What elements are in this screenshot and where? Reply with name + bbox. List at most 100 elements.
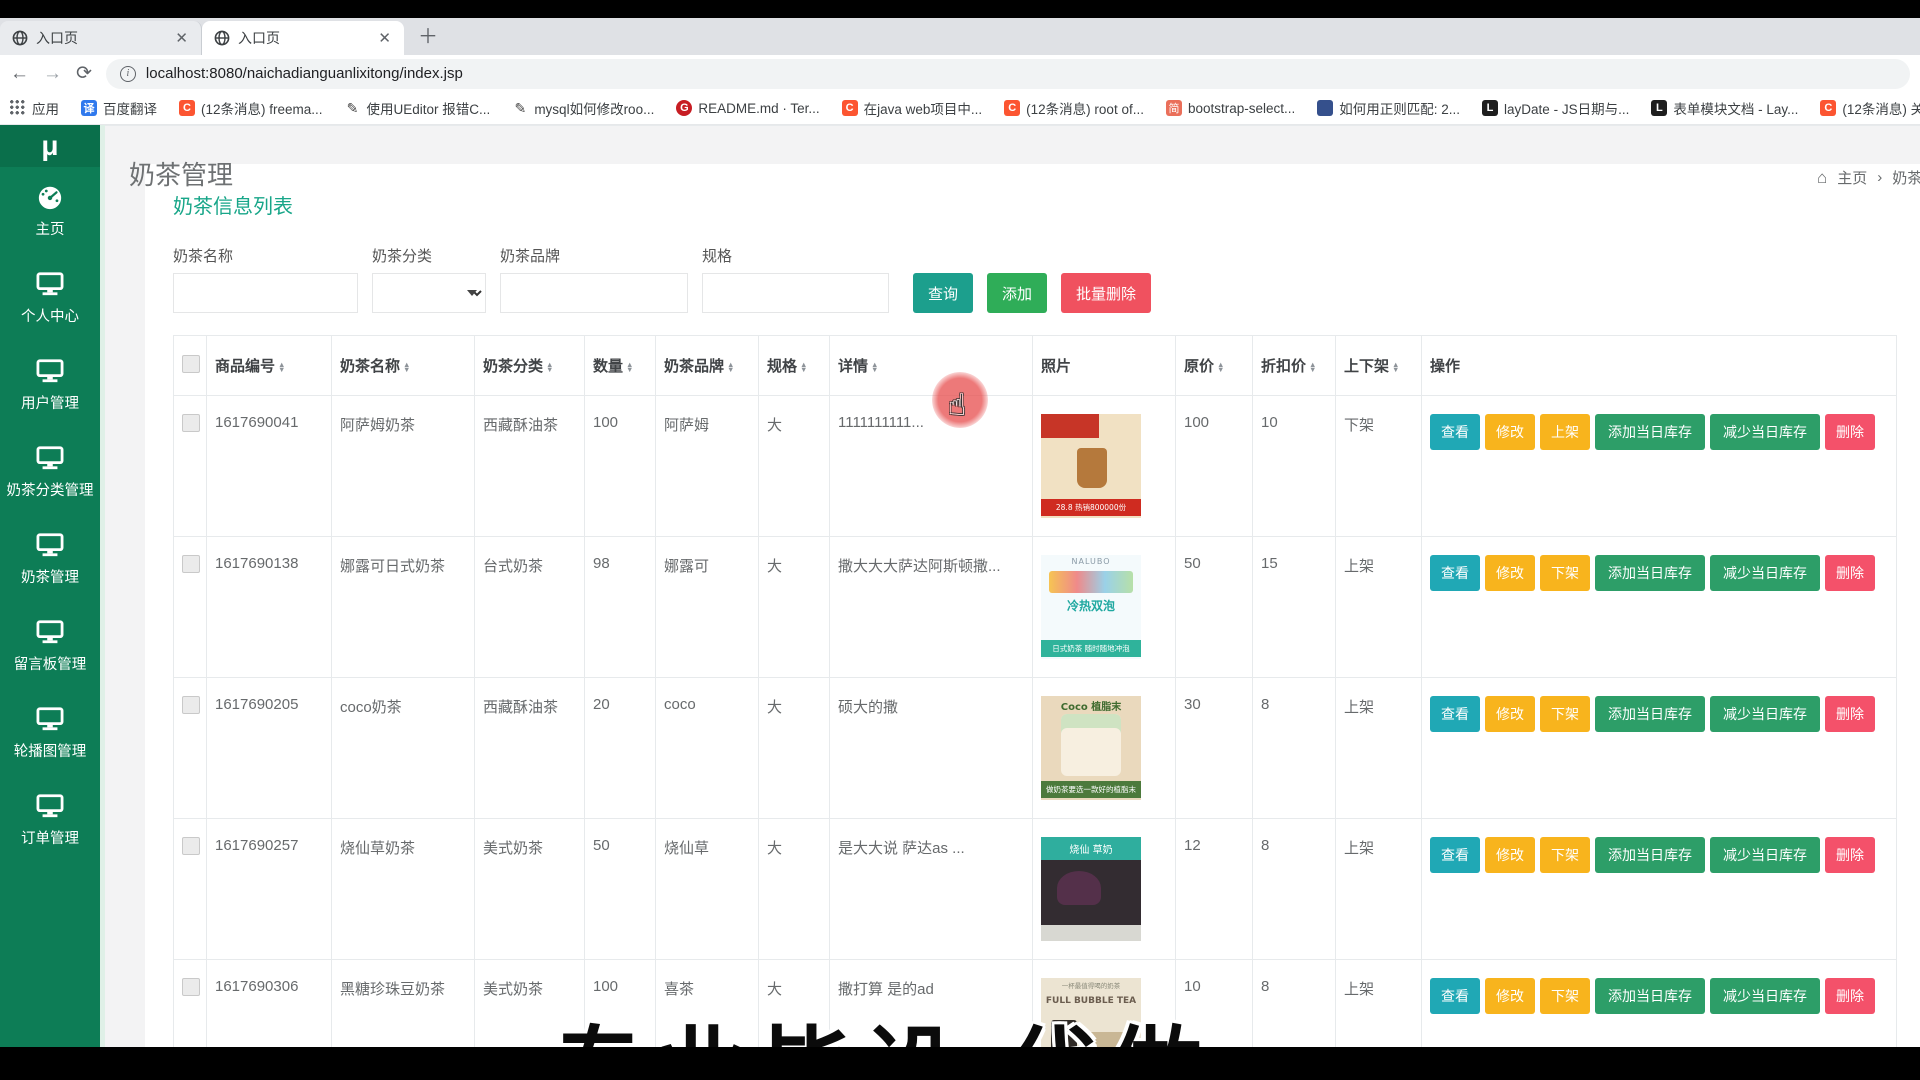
row-checkbox[interactable] bbox=[182, 837, 200, 855]
sort-icon[interactable]: ▲▼ bbox=[1217, 362, 1224, 373]
toggle-shelf-button[interactable]: 下架 bbox=[1540, 978, 1590, 1014]
row-checkbox[interactable] bbox=[182, 555, 200, 573]
product-photo[interactable]: 烧仙 草奶 bbox=[1041, 837, 1141, 941]
delete-button[interactable]: 删除 bbox=[1825, 978, 1875, 1014]
refresh-icon[interactable]: ⟳ bbox=[76, 64, 92, 83]
address-bar[interactable]: i localhost:8080/naichadianguanlixitong/… bbox=[106, 59, 1910, 89]
tea-name-input[interactable] bbox=[173, 273, 358, 313]
breadcrumb-home[interactable]: 主页 bbox=[1837, 167, 1867, 188]
view-button[interactable]: 查看 bbox=[1430, 555, 1480, 591]
edit-button[interactable]: 修改 bbox=[1485, 555, 1535, 591]
row-checkbox[interactable] bbox=[182, 696, 200, 714]
bookmark-item[interactable]: C(12条消息) freema... bbox=[179, 98, 323, 118]
col-status[interactable]: 上下架▲▼ bbox=[1336, 336, 1422, 396]
bookmark-item[interactable]: ✎mysql如何修改roo... bbox=[512, 98, 654, 118]
bookmark-item[interactable]: C(12条消息) root of... bbox=[1004, 98, 1144, 118]
add-stock-button[interactable]: 添加当日库存 bbox=[1595, 837, 1705, 873]
sidebar-item-tea-category-mgmt[interactable]: 奶茶分类管理 bbox=[0, 428, 100, 515]
browser-tab-1[interactable]: 入口页 ✕ bbox=[0, 21, 202, 55]
view-button[interactable]: 查看 bbox=[1430, 978, 1480, 1014]
product-photo[interactable]: 28.8 热销800000份 bbox=[1041, 414, 1141, 518]
delete-button[interactable]: 删除 bbox=[1825, 696, 1875, 732]
sidebar-item-user-mgmt[interactable]: 用户管理 bbox=[0, 341, 100, 428]
add-button[interactable]: 添加 bbox=[987, 273, 1047, 313]
delete-button[interactable]: 删除 bbox=[1825, 414, 1875, 450]
toggle-shelf-button[interactable]: 下架 bbox=[1540, 837, 1590, 873]
edit-button[interactable]: 修改 bbox=[1485, 414, 1535, 450]
col-brand[interactable]: 奶茶品牌▲▼ bbox=[656, 336, 759, 396]
product-photo[interactable]: Coco 植脂末 做奶茶要选一款好的植脂末 bbox=[1041, 696, 1141, 800]
reduce-stock-button[interactable]: 减少当日库存 bbox=[1710, 837, 1820, 873]
sort-icon[interactable]: ▲▼ bbox=[403, 362, 410, 373]
sidebar-item-personal-center[interactable]: 个人中心 bbox=[0, 254, 100, 341]
bookmark-item[interactable]: C在java web项目中... bbox=[842, 98, 983, 118]
bookmark-item[interactable]: ✎使用UEditor 报错C... bbox=[345, 98, 491, 118]
bookmark-item[interactable]: GREADME.md · Ter... bbox=[676, 100, 819, 116]
spec-input[interactable] bbox=[702, 273, 889, 313]
row-checkbox[interactable] bbox=[182, 978, 200, 996]
bookmark-item[interactable]: L表单模块文档 - Lay... bbox=[1651, 98, 1798, 118]
col-spec[interactable]: 规格▲▼ bbox=[759, 336, 830, 396]
site-info-icon[interactable]: i bbox=[120, 66, 136, 82]
new-tab-button[interactable]: ＋ bbox=[404, 20, 452, 55]
sort-icon[interactable]: ▲▼ bbox=[871, 362, 878, 373]
toggle-shelf-button[interactable]: 上架 bbox=[1540, 414, 1590, 450]
sidebar-item-carousel-mgmt[interactable]: 轮播图管理 bbox=[0, 689, 100, 776]
edit-button[interactable]: 修改 bbox=[1485, 696, 1535, 732]
url-text[interactable]: localhost:8080/naichadianguanlixitong/in… bbox=[146, 65, 463, 82]
sort-icon[interactable]: ▲▼ bbox=[800, 362, 807, 373]
tea-brand-input[interactable] bbox=[500, 273, 688, 313]
sort-icon[interactable]: ▲▼ bbox=[626, 362, 633, 373]
sort-icon[interactable]: ▲▼ bbox=[727, 362, 734, 373]
view-button[interactable]: 查看 bbox=[1430, 696, 1480, 732]
sort-icon[interactable]: ▲▼ bbox=[1392, 362, 1399, 373]
tab-close-icon[interactable]: ✕ bbox=[172, 29, 191, 47]
add-stock-button[interactable]: 添加当日库存 bbox=[1595, 555, 1705, 591]
bookmark-item[interactable]: 如何用正则匹配: 2... bbox=[1317, 98, 1460, 118]
bookmark-item[interactable]: LlayDate - JS日期与... bbox=[1482, 98, 1629, 118]
bookmark-item[interactable]: C(12条消息) 关 bbox=[1820, 98, 1920, 118]
col-price[interactable]: 原价▲▼ bbox=[1176, 336, 1253, 396]
batch-delete-button[interactable]: 批量删除 bbox=[1061, 273, 1151, 313]
sort-icon[interactable]: ▲▼ bbox=[278, 362, 285, 373]
col-detail[interactable]: 详情▲▼ bbox=[830, 336, 1033, 396]
sort-icon[interactable]: ▲▼ bbox=[1309, 362, 1316, 373]
sidebar-item-order-mgmt[interactable]: 订单管理 bbox=[0, 776, 100, 863]
add-stock-button[interactable]: 添加当日库存 bbox=[1595, 696, 1705, 732]
toggle-shelf-button[interactable]: 下架 bbox=[1540, 555, 1590, 591]
forward-icon[interactable]: → bbox=[43, 64, 62, 83]
sort-icon[interactable]: ▲▼ bbox=[546, 362, 553, 373]
select-all-checkbox[interactable] bbox=[182, 355, 200, 373]
reduce-stock-button[interactable]: 减少当日库存 bbox=[1710, 978, 1820, 1014]
col-discount[interactable]: 折扣价▲▼ bbox=[1253, 336, 1336, 396]
add-stock-button[interactable]: 添加当日库存 bbox=[1595, 978, 1705, 1014]
browser-tab-2[interactable]: 入口页 ✕ bbox=[202, 21, 404, 55]
col-product-id[interactable]: 商品编号▲▼ bbox=[207, 336, 332, 396]
bookmark-item[interactable]: 译百度翻译 bbox=[81, 98, 157, 118]
sidebar-item-tea-mgmt[interactable]: 奶茶管理 bbox=[0, 515, 100, 602]
reduce-stock-button[interactable]: 减少当日库存 bbox=[1710, 414, 1820, 450]
sidebar-item-message-board-mgmt[interactable]: 留言板管理 bbox=[0, 602, 100, 689]
view-button[interactable]: 查看 bbox=[1430, 837, 1480, 873]
product-photo[interactable]: NALUBO 冷热双泡 日式奶茶 随时随地冲泡 bbox=[1041, 555, 1141, 659]
edit-button[interactable]: 修改 bbox=[1485, 837, 1535, 873]
tab-close-icon[interactable]: ✕ bbox=[375, 29, 394, 47]
add-stock-button[interactable]: 添加当日库存 bbox=[1595, 414, 1705, 450]
reduce-stock-button[interactable]: 减少当日库存 bbox=[1710, 555, 1820, 591]
cell-status: 上架 bbox=[1336, 678, 1422, 819]
reduce-stock-button[interactable]: 减少当日库存 bbox=[1710, 696, 1820, 732]
delete-button[interactable]: 删除 bbox=[1825, 837, 1875, 873]
bookmark-item[interactable]: 应用 bbox=[10, 98, 59, 118]
toggle-shelf-button[interactable]: 下架 bbox=[1540, 696, 1590, 732]
col-tea-category[interactable]: 奶茶分类▲▼ bbox=[475, 336, 585, 396]
col-qty[interactable]: 数量▲▼ bbox=[585, 336, 656, 396]
row-checkbox[interactable] bbox=[182, 414, 200, 432]
edit-button[interactable]: 修改 bbox=[1485, 978, 1535, 1014]
delete-button[interactable]: 删除 bbox=[1825, 555, 1875, 591]
view-button[interactable]: 查看 bbox=[1430, 414, 1480, 450]
sidebar-item-home[interactable]: 主页 bbox=[0, 167, 100, 254]
search-button[interactable]: 查询 bbox=[913, 273, 973, 313]
bookmark-item[interactable]: 简bootstrap-select... bbox=[1166, 100, 1295, 116]
col-tea-name[interactable]: 奶茶名称▲▼ bbox=[332, 336, 475, 396]
back-icon[interactable]: ← bbox=[10, 64, 29, 83]
